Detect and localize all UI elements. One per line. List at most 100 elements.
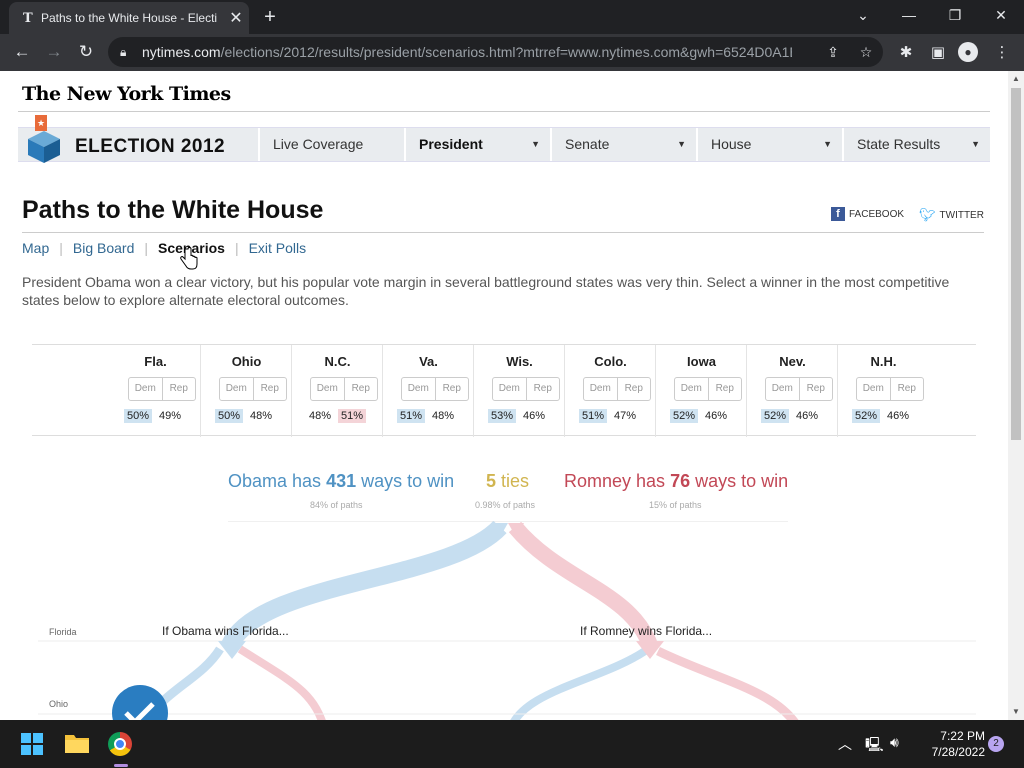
twitter-share-button[interactable]: 🐦︎ TWITTER xyxy=(919,207,984,223)
obama-ways-to-win: Obama has 431 ways to win xyxy=(228,471,454,492)
dem-button[interactable]: Dem xyxy=(129,378,163,400)
twitter-share-label: TWITTER xyxy=(939,209,984,221)
back-icon[interactable]: ← xyxy=(8,38,36,66)
rep-button[interactable]: Rep xyxy=(254,378,287,400)
state-name: N.H. xyxy=(870,354,897,369)
page-scrollbar[interactable]: ▲ ▼ xyxy=(1008,71,1024,720)
file-explorer-icon[interactable] xyxy=(64,732,90,754)
volume-icon[interactable]: 🔊︎ xyxy=(890,734,899,751)
nav-house[interactable]: House ▼ xyxy=(696,128,842,161)
share-icon[interactable]: ⇪ xyxy=(820,37,846,67)
dem-button[interactable]: Dem xyxy=(857,378,891,400)
obama-florida-label[interactable]: If Obama wins Florida... xyxy=(162,624,289,638)
dem-percent: 50% xyxy=(215,409,244,423)
ties-path-percent: 0.98% of paths xyxy=(475,500,536,510)
obama-path-percent: 84% of paths xyxy=(310,500,363,510)
ties-count: 5 ties xyxy=(486,471,529,492)
scroll-up-icon[interactable]: ▲ xyxy=(1008,71,1024,87)
tray-chevron-icon[interactable]: ︿ xyxy=(838,734,852,754)
state-name: Fla. xyxy=(144,354,167,369)
dem-button[interactable]: Dem xyxy=(493,378,527,400)
dropdown-arrow-icon: ▼ xyxy=(823,139,832,149)
restore-icon[interactable]: ❐ xyxy=(932,0,978,32)
dem-button[interactable]: Dem xyxy=(584,378,618,400)
tab-title: Paths to the White House - Electi xyxy=(41,11,218,25)
twitter-icon: 🐦︎ xyxy=(919,207,936,222)
notification-badge[interactable]: 2 xyxy=(988,736,1004,752)
windows-start-icon[interactable] xyxy=(21,733,43,755)
rep-button[interactable]: Rep xyxy=(345,378,378,400)
rep-button[interactable]: Rep xyxy=(709,378,742,400)
rep-button[interactable]: Rep xyxy=(891,378,924,400)
address-bar[interactable]: 🔒︎ nytimes.com/elections/2012/results/pr… xyxy=(108,37,883,67)
nyt-logo[interactable]: The New York Times xyxy=(22,83,231,105)
browser-tab[interactable]: T Paths to the White House - Electi ✕ xyxy=(9,2,249,34)
state-cell: Nev. Dem Rep 52% 46% xyxy=(747,345,838,437)
minimize-icon[interactable]: — xyxy=(886,0,932,32)
winner-toggle: Dem Rep xyxy=(128,377,196,401)
ballot-box-icon: ★ xyxy=(28,115,60,163)
romney-fl-obama-path[interactable] xyxy=(510,647,648,720)
forward-icon[interactable]: → xyxy=(40,38,68,66)
state-name: Wis. xyxy=(506,354,533,369)
nav-live-coverage[interactable]: Live Coverage xyxy=(258,128,404,161)
active-app-indicator xyxy=(114,764,128,767)
rep-button[interactable]: Rep xyxy=(618,378,651,400)
state-name: N.C. xyxy=(324,354,351,369)
rep-percent: 46% xyxy=(523,410,546,422)
winner-toggle: Dem Rep xyxy=(401,377,469,401)
vote-percentages: 50% 48% xyxy=(215,409,285,423)
winner-toggle: Dem Rep xyxy=(492,377,560,401)
chrome-taskbar-icon[interactable] xyxy=(108,732,132,756)
extensions-icon[interactable]: ✱ xyxy=(895,42,917,64)
romney-fl-romney-path[interactable] xyxy=(656,646,800,720)
dem-percent: 48% xyxy=(309,410,332,422)
system-clock[interactable]: 7:22 PM 7/28/2022 xyxy=(915,728,985,760)
bookmark-star-icon[interactable]: ☆ xyxy=(853,37,879,67)
hand-cursor-icon xyxy=(180,247,198,270)
lock-icon: 🔒︎ xyxy=(120,44,127,59)
rep-percent: 46% xyxy=(887,410,910,422)
subnav-exit-polls[interactable]: Exit Polls xyxy=(249,240,307,256)
dropdown-arrow-icon: ▼ xyxy=(531,139,540,149)
more-menu-icon[interactable]: ⋮ xyxy=(991,42,1013,64)
nav-senate[interactable]: Senate ▼ xyxy=(550,128,696,161)
scroll-down-icon[interactable]: ▼ xyxy=(1008,704,1024,720)
nav-label: House xyxy=(711,136,752,152)
subnav-map[interactable]: Map xyxy=(22,240,49,256)
profile-icon[interactable]: ● xyxy=(958,42,978,62)
dem-button[interactable]: Dem xyxy=(220,378,254,400)
state-cell: Iowa Dem Rep 52% 46% xyxy=(656,345,747,437)
vote-percentages: 52% 46% xyxy=(761,409,831,423)
new-tab-button[interactable]: + xyxy=(258,4,282,30)
dem-button[interactable]: Dem xyxy=(311,378,345,400)
network-icon[interactable]: 🖳︎ xyxy=(865,734,884,758)
obama-prefix: Obama has xyxy=(228,471,327,491)
side-panel-icon[interactable]: ▣ xyxy=(927,42,949,64)
dem-button[interactable]: Dem xyxy=(766,378,800,400)
obama-fl-romney-path[interactable] xyxy=(237,645,326,720)
scrollbar-thumb[interactable] xyxy=(1011,88,1021,440)
rep-button[interactable]: Rep xyxy=(527,378,560,400)
dem-button[interactable]: Dem xyxy=(402,378,436,400)
nav-label: Senate xyxy=(565,136,610,152)
rep-button[interactable]: Rep xyxy=(163,378,196,400)
tab-search-icon[interactable]: ⌄ xyxy=(840,0,886,32)
rep-percent: 46% xyxy=(705,410,728,422)
winner-toggle: Dem Rep xyxy=(765,377,833,401)
nav-president[interactable]: President ▼ xyxy=(404,128,550,161)
rep-button[interactable]: Rep xyxy=(436,378,469,400)
state-cell: Ohio Dem Rep 50% 48% xyxy=(201,345,292,437)
reload-icon[interactable]: ↻ xyxy=(72,38,100,66)
close-window-icon[interactable]: ✕ xyxy=(978,0,1024,32)
dem-percent: 53% xyxy=(488,409,517,423)
election-title[interactable]: ELECTION 2012 xyxy=(75,136,225,158)
dem-button[interactable]: Dem xyxy=(675,378,709,400)
facebook-share-button[interactable]: f FACEBOOK xyxy=(831,207,904,221)
rep-percent: 49% xyxy=(159,410,182,422)
subnav-big-board[interactable]: Big Board xyxy=(73,240,134,256)
romney-florida-label[interactable]: If Romney wins Florida... xyxy=(580,624,712,638)
nav-state-results[interactable]: State Results ▼ xyxy=(842,128,990,161)
rep-button[interactable]: Rep xyxy=(800,378,833,400)
close-tab-icon[interactable]: ✕ xyxy=(223,8,249,28)
